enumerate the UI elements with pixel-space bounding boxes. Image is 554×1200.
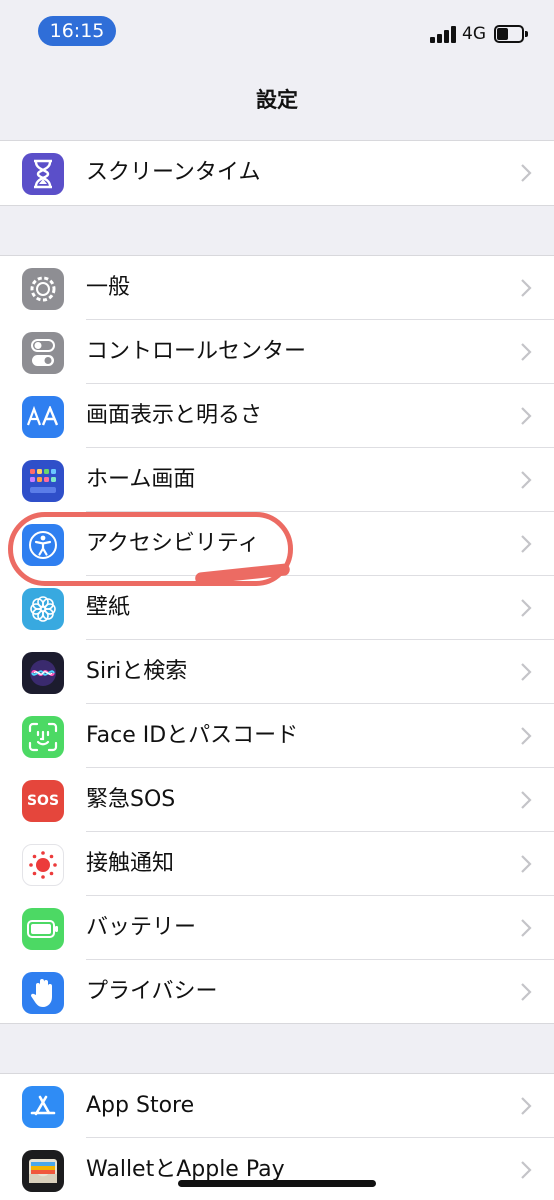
battery-icon xyxy=(22,908,64,950)
settings-row-label: 接触通知 xyxy=(86,851,175,876)
hourglass-icon xyxy=(22,153,64,195)
chevron-right-icon xyxy=(521,407,532,425)
settings-row-label: Siriと検索 xyxy=(86,659,188,684)
chevron-right-icon xyxy=(521,471,532,489)
settings-row-screen-time[interactable]: スクリーンタイム xyxy=(0,141,554,205)
chevron-right-icon xyxy=(521,1097,532,1115)
page-title: 設定 xyxy=(256,88,298,112)
settings-row-label: App Store xyxy=(86,1093,195,1118)
flower-icon xyxy=(22,588,64,630)
app-store-icon xyxy=(22,1086,64,1128)
settings-row-app-store[interactable]: App Store xyxy=(0,1074,554,1138)
status-bar: 16:15 4G xyxy=(0,0,554,64)
chevron-right-icon xyxy=(521,791,532,809)
gear-icon xyxy=(22,268,64,310)
settings-row-general[interactable]: 一般 xyxy=(0,256,554,320)
chevron-right-icon xyxy=(521,727,532,745)
exposure-notification-icon xyxy=(22,844,64,886)
face-id-icon xyxy=(22,716,64,758)
settings-group-general: 一般 コントロールセンター 画面表示と明るさ ホーム画面 アクセシビリティ 壁紙… xyxy=(0,255,554,1024)
chevron-right-icon xyxy=(521,663,532,681)
cellular-signal-icon xyxy=(430,25,458,43)
status-time[interactable]: 16:15 xyxy=(38,16,116,46)
chevron-right-icon xyxy=(521,343,532,361)
siri-icon xyxy=(22,652,64,694)
settings-row-label: 緊急SOS xyxy=(86,787,176,812)
settings-group-screen-time: スクリーンタイム xyxy=(0,140,554,206)
chevron-right-icon xyxy=(521,279,532,297)
settings-row-privacy[interactable]: プライバシー xyxy=(0,960,554,1024)
wallet-icon xyxy=(22,1150,64,1192)
text-size-icon xyxy=(22,396,64,438)
settings-row-home-screen[interactable]: ホーム画面 xyxy=(0,448,554,512)
chevron-right-icon xyxy=(521,983,532,1001)
settings-row-face-id[interactable]: Face IDとパスコード xyxy=(0,704,554,768)
settings-row-exposure-notification[interactable]: 接触通知 xyxy=(0,832,554,896)
battery-status-icon xyxy=(494,25,528,43)
settings-row-control-center[interactable]: コントロールセンター xyxy=(0,320,554,384)
settings-row-battery[interactable]: バッテリー xyxy=(0,896,554,960)
home-indicator[interactable] xyxy=(178,1180,376,1187)
settings-row-label: バッテリー xyxy=(86,915,197,940)
settings-row-display[interactable]: 画面表示と明るさ xyxy=(0,384,554,448)
chevron-right-icon xyxy=(521,599,532,617)
settings-row-label: プライバシー xyxy=(86,979,218,1004)
sos-icon: SOS xyxy=(22,780,64,822)
toggles-icon xyxy=(22,332,64,374)
settings-row-wallet[interactable]: WalletとApple Pay xyxy=(0,1138,554,1200)
app-grid-icon xyxy=(22,460,64,502)
chevron-right-icon xyxy=(521,855,532,873)
chevron-right-icon xyxy=(521,164,532,182)
chevron-right-icon xyxy=(521,1161,532,1179)
settings-row-siri-search[interactable]: Siriと検索 xyxy=(0,640,554,704)
settings-row-emergency-sos[interactable]: SOS 緊急SOS xyxy=(0,768,554,832)
settings-row-label: WalletとApple Pay xyxy=(86,1157,285,1182)
network-type: 4G xyxy=(462,24,486,44)
chevron-right-icon xyxy=(521,919,532,937)
settings-row-label: 一般 xyxy=(86,275,131,300)
settings-row-label: スクリーンタイム xyxy=(86,160,261,185)
sos-icon-text: SOS xyxy=(26,793,60,809)
settings-row-label: コントロールセンター xyxy=(86,339,307,364)
settings-row-label: 画面表示と明るさ xyxy=(86,403,263,428)
settings-row-label: Face IDとパスコード xyxy=(86,723,299,748)
settings-row-label: ホーム画面 xyxy=(86,467,196,492)
chevron-right-icon xyxy=(521,535,532,553)
hand-icon xyxy=(22,972,64,1014)
